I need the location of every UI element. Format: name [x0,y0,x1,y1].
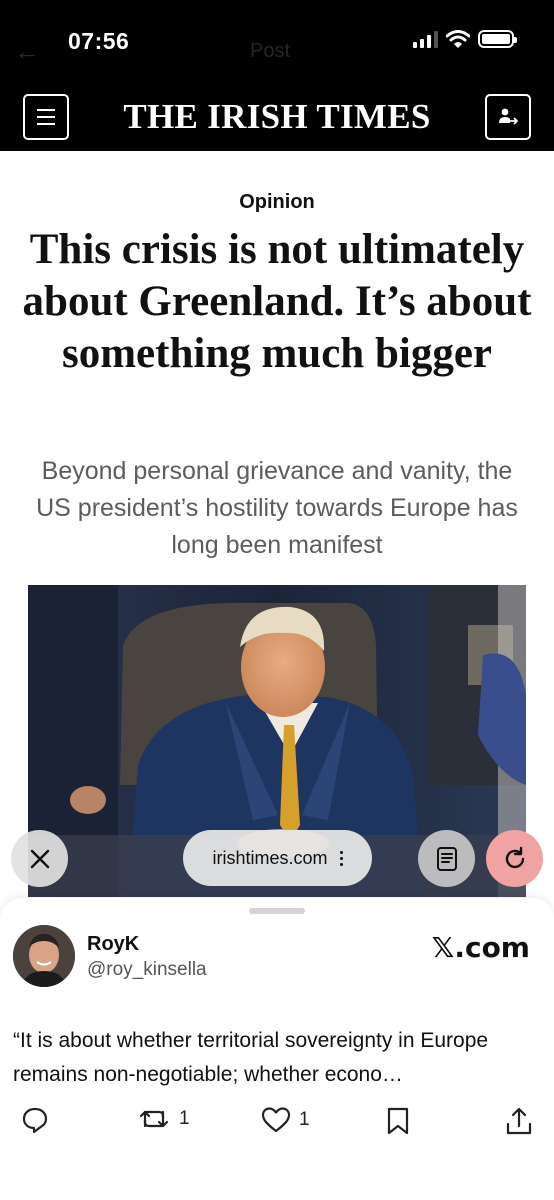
article-standfirst: Beyond personal grievance and vanity, th… [36,457,518,559]
sheet-grabber[interactable] [249,908,305,914]
url-bar[interactable]: irishtimes.com [183,830,372,886]
heart-icon [261,1107,291,1133]
retweet-count: 1 [179,1108,190,1129]
author-handle[interactable]: @roy_kinsella [87,959,207,981]
tweet-text[interactable]: “It is about whether territorial soverei… [13,1024,541,1092]
source-link[interactable]: 𝕏.com [432,931,530,964]
share-icon [506,1107,532,1135]
avatar[interactable] [13,925,75,987]
reply-button[interactable] [21,1106,49,1134]
reply-icon [22,1107,48,1134]
back-arrow-icon: ← [14,36,40,66]
reader-mode-button[interactable] [418,830,475,887]
like-count: 1 [299,1109,310,1130]
battery-icon [478,30,517,48]
status-bar: ← Post 07:56 [0,0,554,85]
site-logo[interactable]: THE IRISH TIMES [0,97,554,137]
tweet-sheet: RoyK @roy_kinsella 𝕏.com “It is about wh… [0,898,554,1200]
more-vertical-icon[interactable] [339,850,343,866]
bookmark-button[interactable] [386,1106,410,1136]
wifi-icon [446,30,470,48]
share-button[interactable] [505,1106,533,1136]
article-kicker[interactable]: Opinion [0,191,554,214]
reload-button[interactable] [486,830,543,887]
masthead: THE IRISH TIMES [0,85,554,151]
account-button[interactable] [485,94,531,140]
status-time: 07:56 [68,28,130,54]
article-headline: This crisis is not ultimately about Gree… [22,226,532,377]
bookmark-icon [387,1107,409,1135]
like-button[interactable]: 1 [261,1106,310,1134]
tweet-actions: 1 1 [0,1106,554,1146]
reader-mode-icon [436,846,457,871]
account-icon [499,108,518,125]
close-browser-button[interactable] [11,830,68,887]
url-text: irishtimes.com [212,847,328,868]
close-icon [30,849,49,868]
status-icons [413,30,517,48]
reload-icon [505,846,524,868]
author-name[interactable]: RoyK [87,933,139,956]
cellular-signal-icon [413,30,438,48]
retweet-icon [139,1110,169,1128]
retweet-button[interactable]: 1 [137,1106,190,1132]
underlying-page-title: Post [250,40,291,62]
